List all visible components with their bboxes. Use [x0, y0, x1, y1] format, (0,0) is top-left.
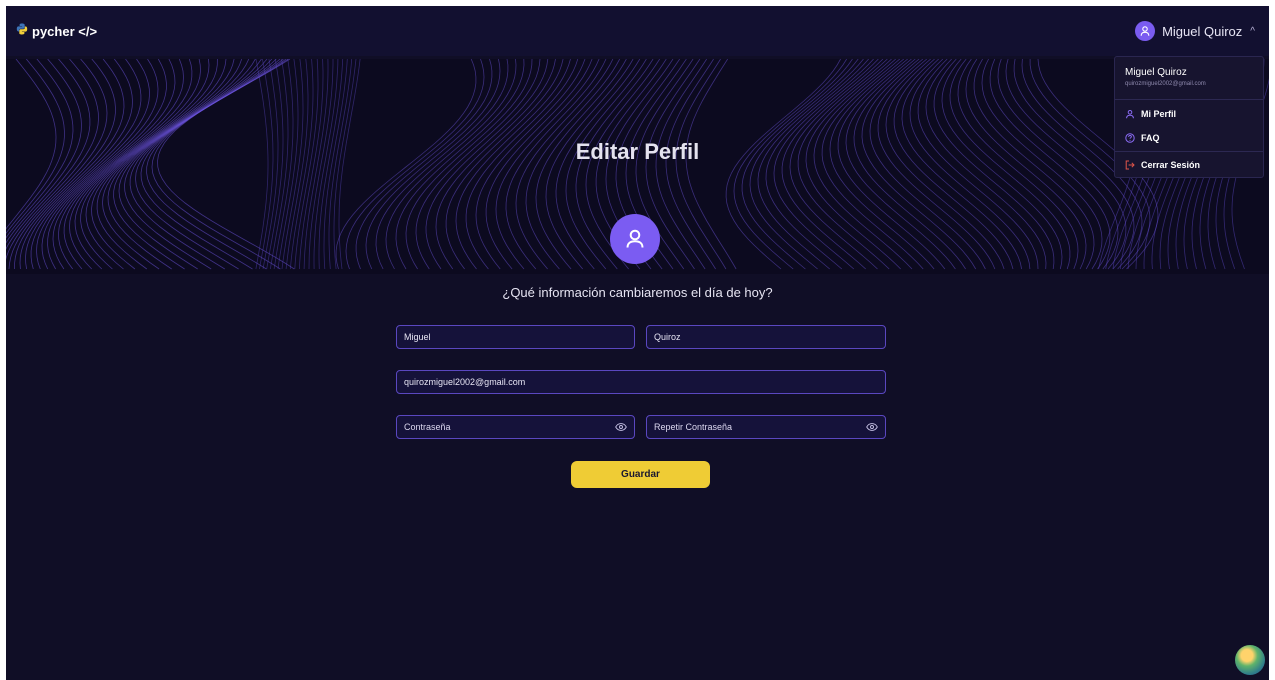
user-name: Miguel Quiroz — [1162, 23, 1243, 39]
menu-item-mi-perfil[interactable]: Mi Perfil — [1125, 109, 1176, 119]
user-icon — [1126, 110, 1134, 119]
menu-item-cerrar-sesion[interactable]: Cerrar Sesión — [1125, 160, 1200, 170]
last-name-field[interactable] — [646, 325, 886, 349]
profile-avatar — [610, 214, 660, 264]
email-field[interactable] — [396, 370, 886, 394]
menu-item-label: FAQ — [1141, 133, 1160, 143]
last-name-input[interactable] — [654, 332, 878, 342]
brand-logo[interactable]: pycher </> — [16, 22, 97, 40]
help-circle-icon — [1125, 133, 1135, 143]
page-title: Editar Perfil — [575, 139, 700, 164]
user-menu-trigger[interactable]: Miguel Quiroz ^ — [1135, 21, 1255, 41]
menu-item-label: Cerrar Sesión — [1141, 160, 1201, 170]
eye-icon[interactable] — [615, 423, 627, 431]
divider — [1115, 99, 1263, 100]
eye-icon[interactable] — [866, 423, 878, 431]
dropdown-user-email: quirozmiguel2002@gmail.com — [1125, 81, 1206, 87]
save-button[interactable]: Guardar — [571, 461, 710, 488]
divider — [1115, 151, 1263, 152]
top-navbar: pycher </> Miguel Quiroz ^ — [6, 6, 1269, 56]
app-window: pycher </> Miguel Quiroz ^ Editar Perfil… — [6, 6, 1269, 680]
dropdown-user-name: Miguel Quiroz — [1125, 67, 1187, 78]
brand-name: pycher </> — [32, 23, 98, 39]
menu-item-faq[interactable]: FAQ — [1125, 133, 1160, 143]
first-name-input[interactable] — [404, 332, 627, 342]
password-input[interactable] — [404, 422, 615, 432]
password-field[interactable] — [396, 415, 635, 439]
user-icon — [1135, 21, 1156, 41]
floating-avatar-icon[interactable] — [1235, 645, 1265, 675]
repeat-password-input[interactable] — [654, 422, 866, 432]
user-icon — [626, 229, 644, 248]
first-name-field[interactable] — [396, 325, 635, 349]
logout-icon — [1125, 160, 1135, 170]
form-question: ¿Qué información cambiaremos el día de h… — [502, 285, 773, 300]
menu-item-label: Mi Perfil — [1141, 109, 1177, 119]
chevron-up-icon: ^ — [1250, 25, 1255, 37]
python-icon — [16, 22, 28, 40]
user-dropdown-menu: Miguel Quiroz quirozmiguel2002@gmail.com… — [1114, 56, 1264, 178]
repeat-password-field[interactable] — [646, 415, 886, 439]
email-input[interactable] — [404, 377, 878, 387]
